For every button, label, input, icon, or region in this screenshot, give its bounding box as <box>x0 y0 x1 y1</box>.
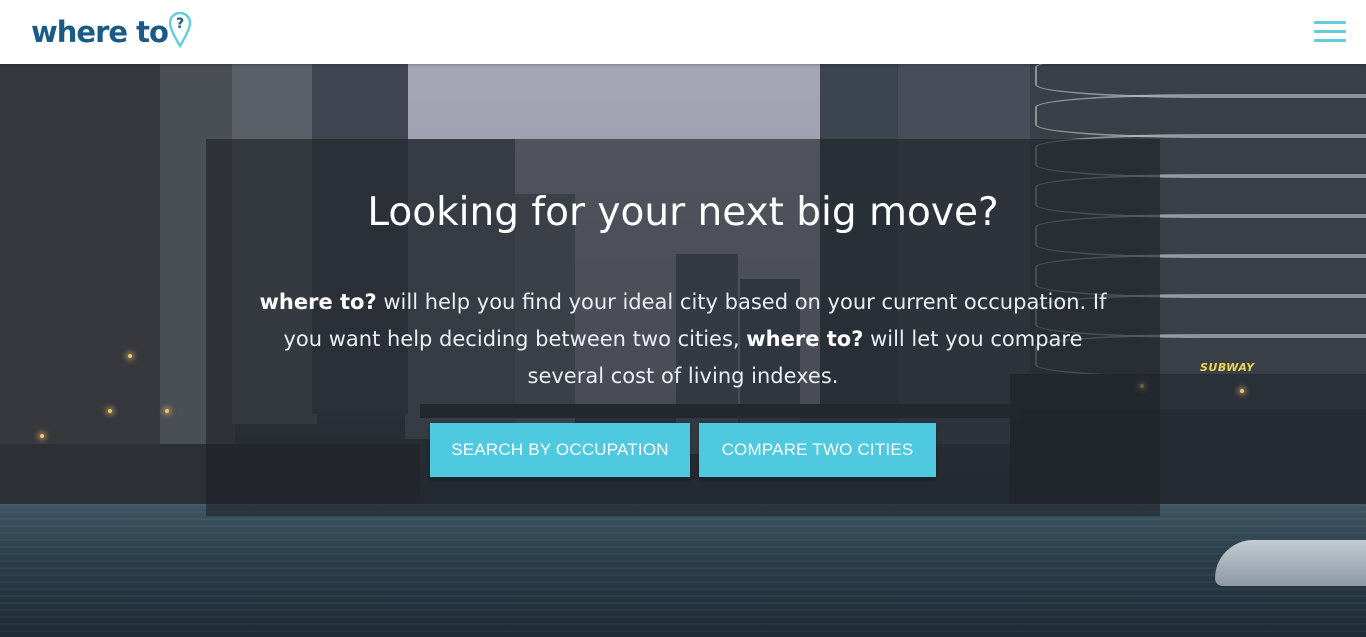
map-pin-icon: ? <box>168 12 191 48</box>
building <box>0 64 170 464</box>
menu-bar <box>1314 39 1346 42</box>
compare-two-cities-button[interactable]: COMPARE TWO CITIES <box>699 423 936 477</box>
logo-link[interactable]: where to ? <box>31 6 191 56</box>
logo-text: where to <box>31 15 169 49</box>
hero-title: Looking for your next big move? <box>367 190 999 235</box>
search-by-occupation-button[interactable]: SEARCH BY OCCUPATION <box>430 423 690 477</box>
logo-mark: ? <box>176 16 184 32</box>
boat <box>1215 540 1366 586</box>
brand-name: where to? <box>746 327 864 351</box>
site-header: where to ? <box>0 0 1366 64</box>
subway-sign: SUBWAY <box>1200 361 1255 374</box>
menu-bar <box>1314 30 1346 33</box>
hamburger-menu-icon[interactable] <box>1314 20 1346 44</box>
menu-bar <box>1314 21 1346 24</box>
brand-name: where to? <box>259 290 377 314</box>
river-ripples <box>0 504 1366 637</box>
hero-description: where to? will help you find your ideal … <box>248 284 1118 395</box>
